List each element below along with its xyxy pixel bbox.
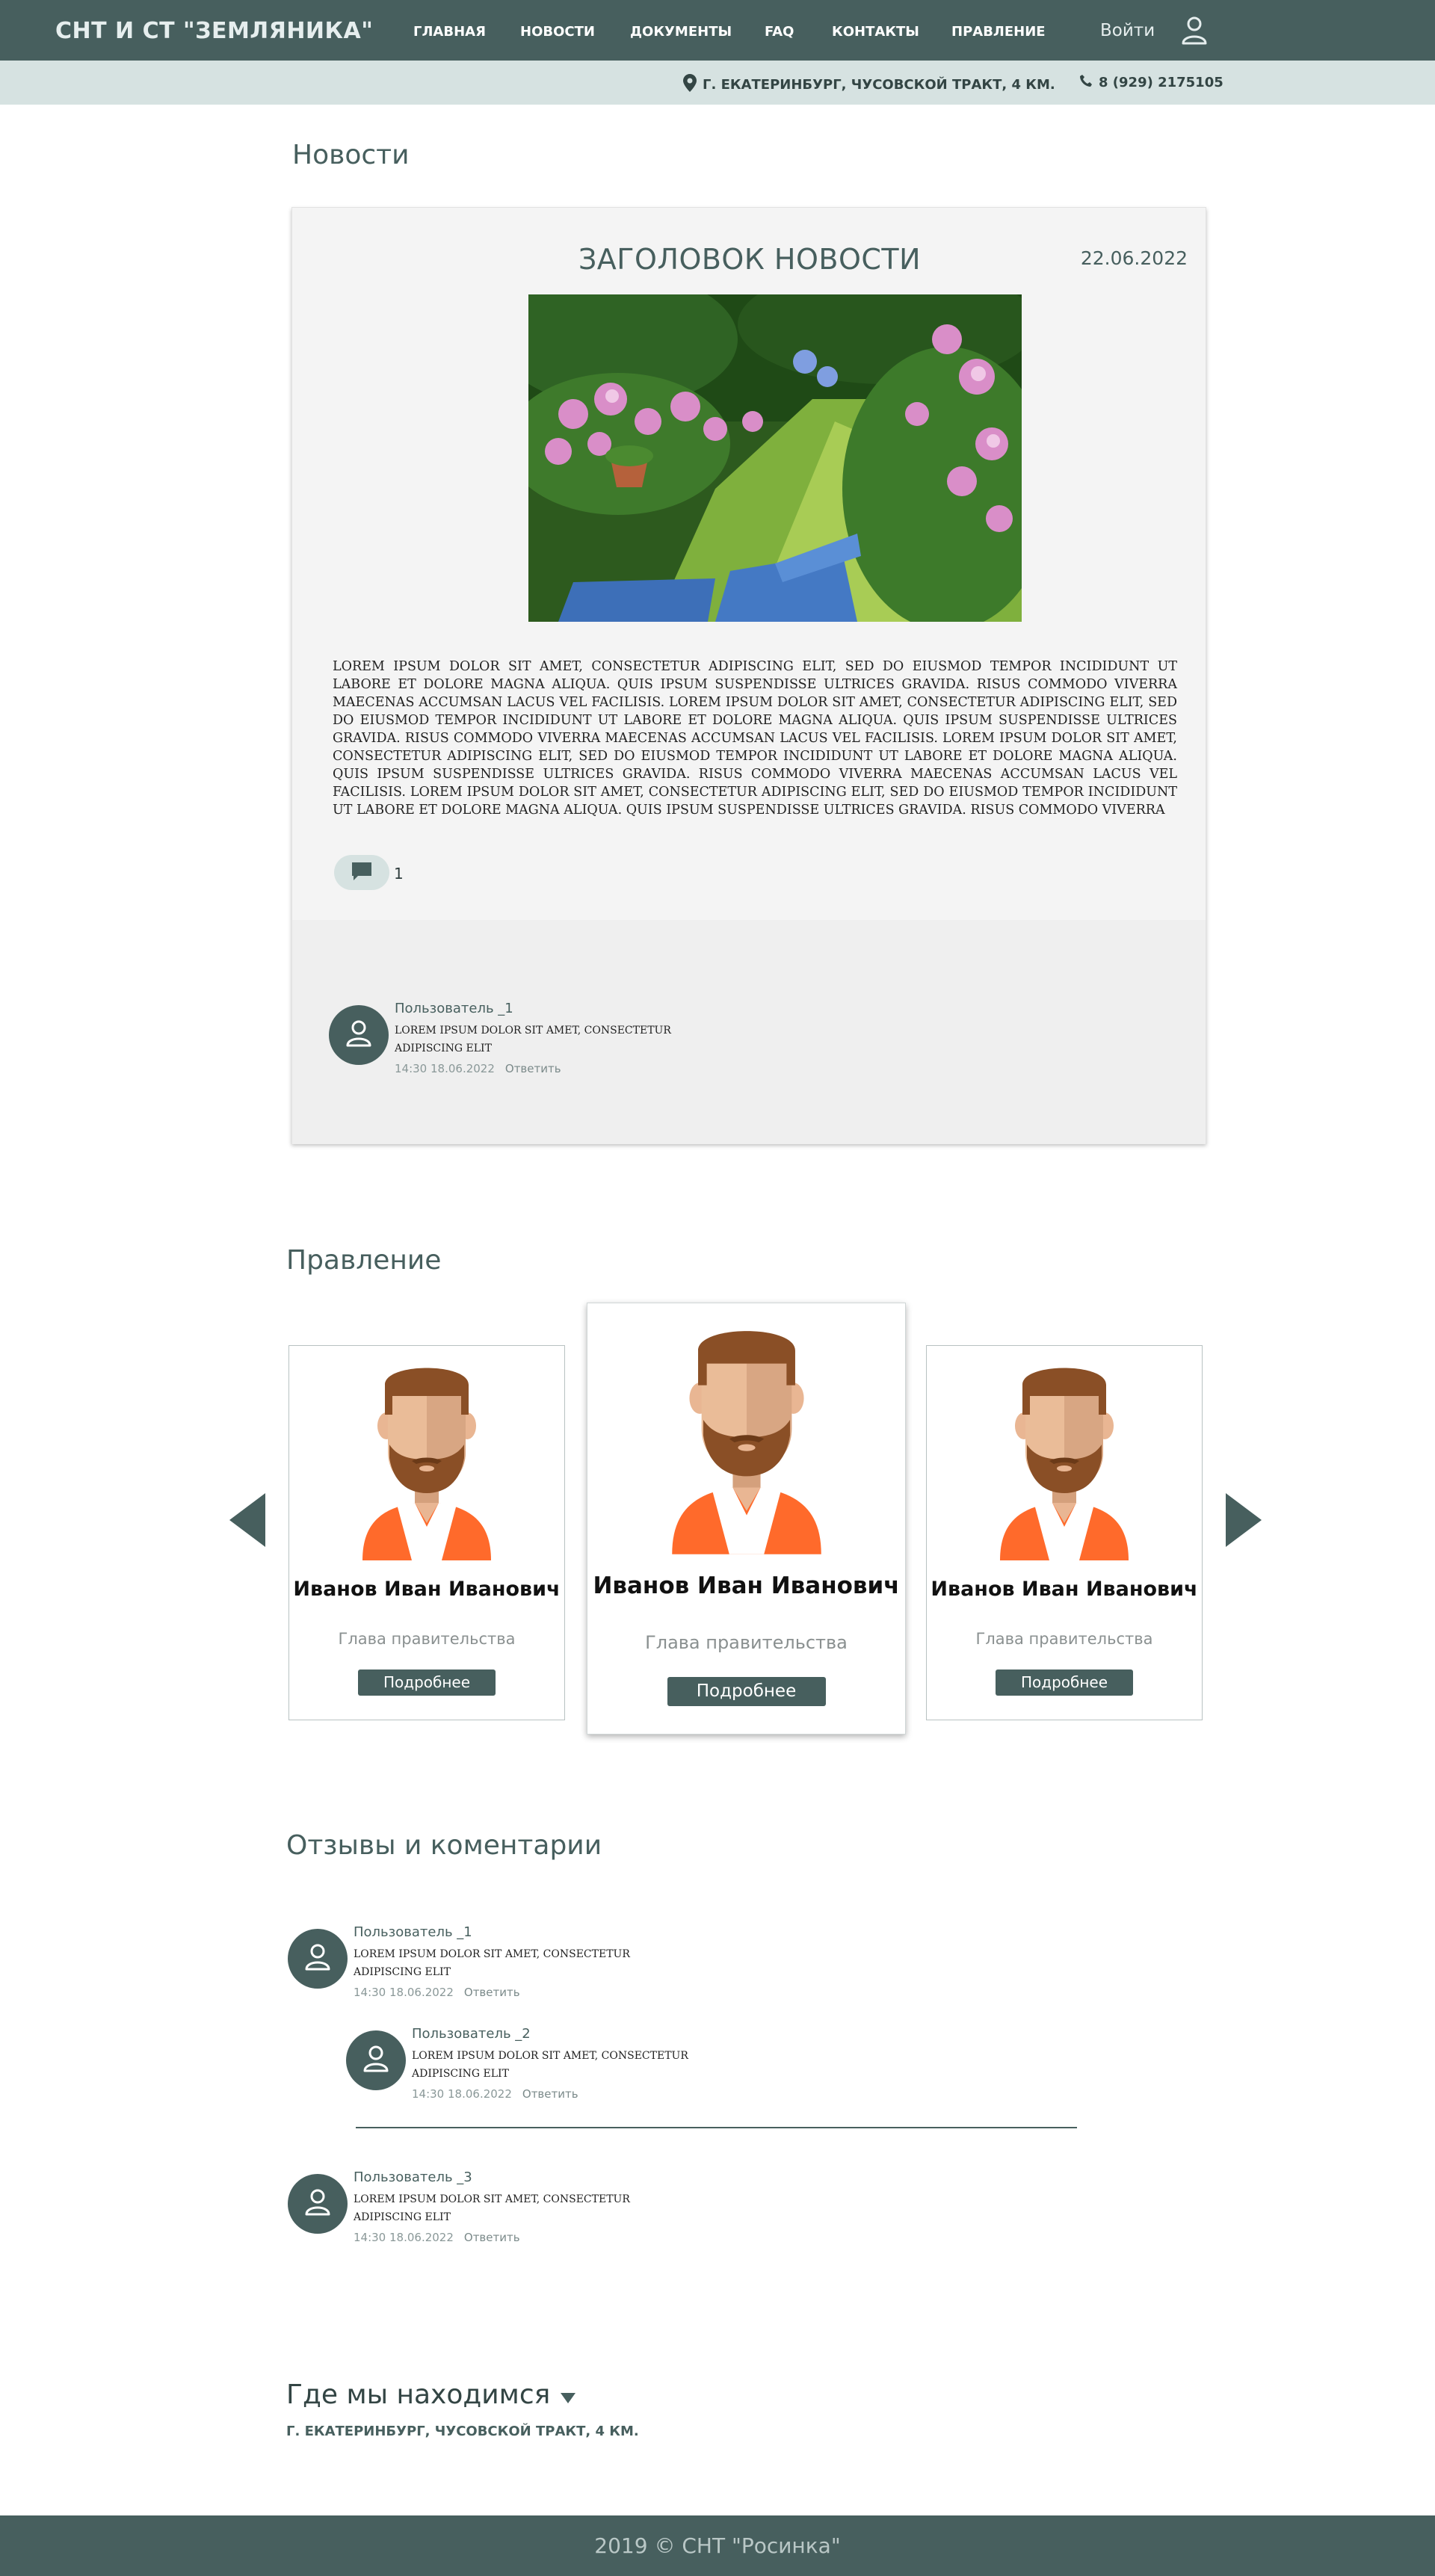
member-name: Иванов Иван Иванович [293, 1578, 561, 1601]
header-address-text: Г. ЕКАТЕРИНБУРГ, ЧУСОВСКОЙ ТРАКТ, 4 КМ. [703, 77, 1055, 93]
nav-board[interactable]: ПРАВЛЕНИЕ [951, 24, 1046, 40]
review-text: Lorem ipsum dolor sit amet, consectetur … [354, 1948, 630, 1978]
news-photo [528, 294, 1022, 622]
user-icon [359, 2042, 392, 2078]
comment-icon [351, 861, 373, 885]
review-username[interactable]: Пользователь _3 [354, 2169, 472, 2185]
comment-time: 14:30 18.06.2022 [395, 1062, 495, 1075]
details-button[interactable]: Подробнее [667, 1677, 826, 1706]
reply-link[interactable]: Ответить [522, 2087, 578, 2101]
person-avatar-icon [660, 1324, 833, 1562]
board-member-card-active: Иванов Иван Иванович Глава правительства… [587, 1303, 906, 1735]
comment-count: 1 [394, 865, 404, 883]
comment-username[interactable]: Пользователь _1 [395, 1001, 513, 1016]
review-time: 14:30 18.06.2022 [412, 2087, 512, 2101]
user-icon [301, 2186, 334, 2222]
news-card: ЗАГОЛОВОК НОВОСТИ 22.06.2022 Lorem ipsum [291, 207, 1207, 1144]
header-address: Г. ЕКАТЕРИНБУРГ, ЧУСОВСКОЙ ТРАКТ, 4 КМ. [683, 74, 1055, 96]
member-name: Иванов Иван Иванович [593, 1572, 900, 1599]
carousel-next-arrow-icon[interactable] [1226, 1493, 1262, 1550]
user-icon [301, 1941, 334, 1977]
phone-icon [1079, 74, 1093, 91]
person-avatar-icon [352, 1362, 502, 1567]
reply-link[interactable]: Ответить [505, 1062, 561, 1075]
location-pin-icon [683, 74, 697, 96]
nav-news[interactable]: НОВОСТИ [520, 24, 595, 40]
comments-button[interactable] [334, 855, 389, 890]
review-time: 14:30 18.06.2022 [354, 2231, 454, 2244]
footer-copyright: 2019 © СНТ "Росинка" [594, 2533, 841, 2558]
carousel-prev-arrow-icon[interactable] [229, 1493, 265, 1550]
nav-documents[interactable]: ДОКУМЕНТЫ [630, 24, 732, 40]
nav-contacts[interactable]: КОНТАКТЫ [832, 24, 919, 40]
location-title: Где мы находимся [286, 2379, 551, 2410]
reviews-divider [356, 2127, 1077, 2128]
header-phone[interactable]: 8 (929) 2175105 [1079, 74, 1223, 91]
member-role: Глава правительства [975, 1630, 1153, 1648]
nav-home[interactable]: ГЛАВНАЯ [413, 24, 486, 40]
footer: 2019 © СНТ "Росинка" [0, 2515, 1435, 2576]
avatar [346, 2030, 406, 2090]
news-body: Lorem ipsum dolor sit amet, consectetur … [333, 659, 1177, 818]
user-icon[interactable] [1179, 15, 1209, 45]
avatar [288, 2174, 348, 2234]
review-time: 14:30 18.06.2022 [354, 1986, 454, 1999]
news-section-title: Новости [292, 140, 410, 170]
review-meta: 14:30 18.06.2022 Ответить [354, 1986, 520, 1999]
review-meta: 14:30 18.06.2022 Ответить [412, 2087, 578, 2101]
location-toggle[interactable]: Где мы находимся [286, 2379, 576, 2410]
board-member-card: Иванов Иван Иванович Глава правительства… [926, 1345, 1203, 1720]
nav-faq[interactable]: FAQ [765, 24, 794, 40]
review-username[interactable]: Пользователь _1 [354, 1924, 472, 1940]
news-title[interactable]: ЗАГОЛОВОК НОВОСТИ [292, 243, 1207, 276]
user-icon [342, 1017, 375, 1053]
details-button[interactable]: Подробнее [996, 1670, 1133, 1696]
reviews-section-title: Отзывы и коментарии [286, 1830, 602, 1861]
contact-bar: Г. ЕКАТЕРИНБУРГ, ЧУСОВСКОЙ ТРАКТ, 4 КМ. … [0, 61, 1435, 105]
site-logo[interactable]: СНТ И СТ "ЗЕМЛЯНИКА" [55, 18, 373, 44]
board-section-title: Правление [286, 1245, 442, 1276]
person-avatar-icon [990, 1362, 1139, 1567]
details-button[interactable]: Подробнее [358, 1670, 496, 1696]
review-meta: 14:30 18.06.2022 Ответить [354, 2231, 520, 2244]
caret-down-icon [561, 2379, 576, 2410]
comment-text: Lorem ipsum dolor sit amet, consectetur … [395, 1025, 671, 1054]
reply-link[interactable]: Ответить [464, 2231, 520, 2244]
review-username[interactable]: Пользователь _2 [412, 2026, 531, 2042]
comment-meta: 14:30 18.06.2022 Ответить [395, 1062, 561, 1075]
login-link[interactable]: Войти [1100, 21, 1155, 40]
board-member-card: Иванов Иван Иванович Глава правительства… [288, 1345, 565, 1720]
member-name: Иванов Иван Иванович [931, 1578, 1198, 1601]
top-navbar: СНТ И СТ "ЗЕМЛЯНИКА" ГЛАВНАЯ НОВОСТИ ДОК… [0, 0, 1435, 61]
news-date: 22.06.2022 [1080, 247, 1188, 269]
review-text: Lorem ipsum dolor sit amet, consectetur … [412, 2050, 688, 2080]
member-role: Глава правительства [338, 1630, 516, 1648]
review-text: Lorem ipsum dolor sit amet, consectetur … [354, 2193, 630, 2223]
avatar [288, 1929, 348, 1989]
header-phone-text: 8 (929) 2175105 [1099, 75, 1223, 90]
avatar [329, 1005, 389, 1065]
reply-link[interactable]: Ответить [464, 1986, 520, 1999]
member-role: Глава правительства [645, 1632, 848, 1653]
location-address: Г. ЕКАТЕРИНБУРГ, ЧУСОВСКОЙ ТРАКТ, 4 КМ. [286, 2424, 639, 2439]
